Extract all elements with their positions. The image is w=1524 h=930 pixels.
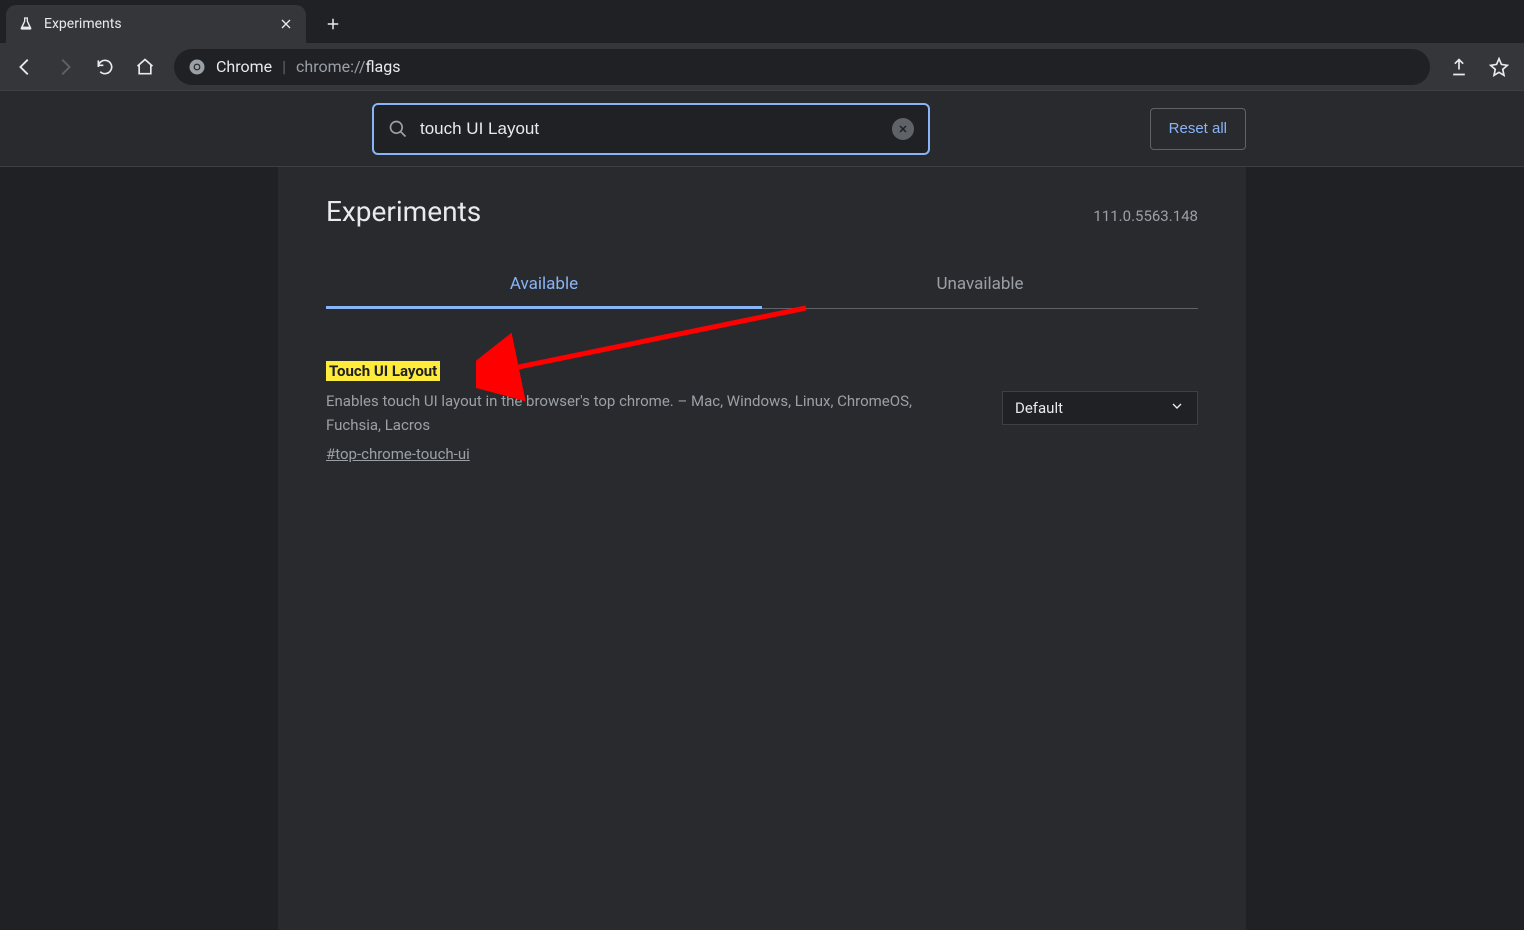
reset-all-button[interactable]: Reset all bbox=[1150, 108, 1246, 150]
tab-available[interactable]: Available bbox=[326, 260, 762, 308]
omnibox-url-dim: chrome:// bbox=[296, 57, 365, 76]
search-icon bbox=[388, 119, 408, 139]
flag-description: Enables touch UI layout in the browser's… bbox=[326, 389, 962, 437]
reload-button[interactable] bbox=[88, 50, 122, 84]
flags-tabs: Available Unavailable bbox=[326, 260, 1198, 309]
forward-button[interactable] bbox=[48, 50, 82, 84]
browser-tab[interactable]: Experiments bbox=[6, 5, 306, 43]
flag-title: Touch UI Layout bbox=[326, 361, 440, 381]
flags-search-bar: Reset all bbox=[0, 91, 1524, 167]
clear-search-button[interactable] bbox=[892, 118, 914, 140]
omnibox-separator: | bbox=[282, 57, 286, 76]
chrome-version: 111.0.5563.148 bbox=[1093, 207, 1198, 225]
flag-dropdown-value: Default bbox=[1015, 399, 1063, 417]
tab-title: Experiments bbox=[44, 16, 268, 32]
browser-toolbar: Chrome | chrome://flags bbox=[0, 43, 1524, 91]
page-title: Experiments bbox=[326, 195, 481, 228]
bookmark-button[interactable] bbox=[1482, 50, 1516, 84]
omnibox-url-bright: flags bbox=[365, 57, 400, 76]
flag-hash-link[interactable]: #top-chrome-touch-ui bbox=[326, 445, 470, 463]
chrome-icon bbox=[188, 58, 206, 76]
main-area: Experiments 111.0.5563.148 Available Una… bbox=[0, 167, 1524, 930]
home-button[interactable] bbox=[128, 50, 162, 84]
chevron-down-icon bbox=[1169, 398, 1185, 418]
flags-search-box[interactable] bbox=[372, 103, 930, 155]
flask-icon bbox=[18, 16, 34, 32]
tab-underline bbox=[326, 306, 762, 309]
tab-strip: Experiments bbox=[0, 0, 1524, 43]
flags-search-input[interactable] bbox=[420, 119, 880, 139]
experiments-panel: Experiments 111.0.5563.148 Available Una… bbox=[278, 167, 1246, 930]
back-button[interactable] bbox=[8, 50, 42, 84]
share-button[interactable] bbox=[1442, 50, 1476, 84]
close-icon[interactable] bbox=[278, 16, 294, 32]
omnibox[interactable]: Chrome | chrome://flags bbox=[174, 49, 1430, 85]
omnibox-chip: Chrome bbox=[216, 57, 272, 76]
flag-dropdown[interactable]: Default bbox=[1002, 391, 1198, 425]
tab-unavailable[interactable]: Unavailable bbox=[762, 260, 1198, 308]
new-tab-button[interactable] bbox=[318, 9, 348, 39]
flag-item: Touch UI Layout Enables touch UI layout … bbox=[326, 361, 1198, 463]
